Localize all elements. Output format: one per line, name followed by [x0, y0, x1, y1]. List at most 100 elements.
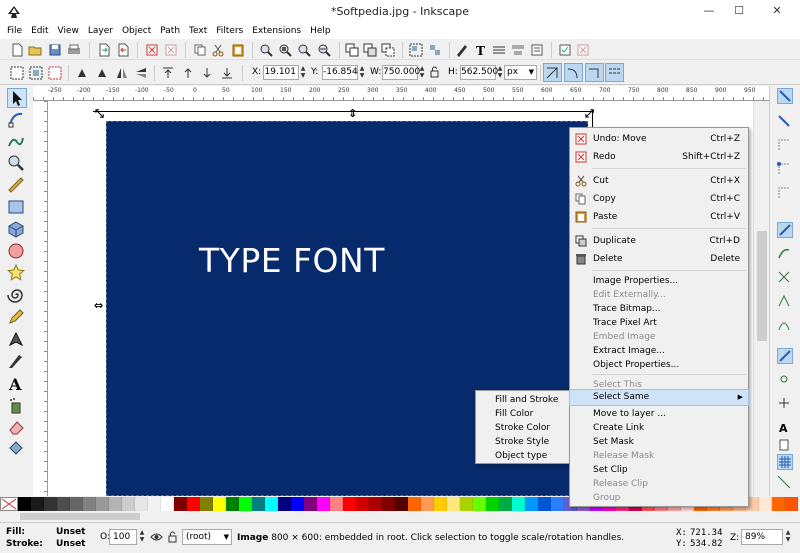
snap-grid-toggle[interactable]: [777, 454, 793, 470]
snap-paths-toggle[interactable]: [777, 246, 793, 262]
submenu-item-fill-and-stroke[interactable]: Fill and Stroke: [476, 393, 570, 407]
resize-handle-top-left[interactable]: ⤡: [95, 107, 104, 121]
import-icon[interactable]: [97, 43, 111, 57]
color-swatch[interactable]: [473, 497, 486, 511]
flip-horizontal-icon[interactable]: [115, 66, 129, 80]
no-paint-swatch[interactable]: [0, 497, 18, 511]
y-spinner[interactable]: ▲ ▼: [358, 65, 366, 80]
document-properties-icon[interactable]: [530, 43, 544, 57]
color-swatch[interactable]: [382, 497, 395, 511]
x-input[interactable]: 19.101: [263, 65, 299, 80]
lock-ratio-icon[interactable]: [430, 66, 439, 78]
snap-bbox-corners-toggle[interactable]: [777, 162, 793, 178]
submenu-item-stroke-color[interactable]: Stroke Color: [476, 421, 570, 435]
menu-item-delete[interactable]: Delete Delete: [570, 250, 748, 268]
snap-bbox-toggle[interactable]: [777, 114, 793, 130]
color-swatch[interactable]: [265, 497, 278, 511]
menu-item-undo[interactable]: Undo: Move Ctrl+Z: [570, 130, 748, 148]
star-tool[interactable]: [7, 263, 27, 284]
color-swatch[interactable]: [200, 497, 213, 511]
clone-icon[interactable]: [363, 43, 377, 57]
tweak-tool[interactable]: [7, 132, 27, 152]
menu-text[interactable]: Text: [189, 24, 207, 39]
close-button[interactable]: ✕: [762, 0, 792, 22]
color-swatch[interactable]: [785, 497, 798, 511]
color-swatch[interactable]: [772, 497, 785, 511]
color-swatch[interactable]: [18, 497, 31, 511]
snap-text-baseline-toggle[interactable]: A: [777, 420, 793, 436]
selector-tool[interactable]: [7, 88, 27, 108]
rotate-cw-icon[interactable]: [95, 66, 109, 80]
ellipse-tool[interactable]: [7, 242, 27, 262]
menu-item-select-same[interactable]: Select Same ▶: [569, 389, 749, 406]
color-swatch[interactable]: [31, 497, 44, 511]
lower-icon[interactable]: [200, 66, 214, 80]
color-swatch[interactable]: [434, 497, 447, 511]
layer-lock-icon[interactable]: [168, 531, 177, 543]
rectangle-tool[interactable]: [7, 198, 27, 218]
cut-icon[interactable]: [211, 43, 225, 57]
snap-bbox-edges-toggle[interactable]: [777, 138, 793, 154]
fill-value[interactable]: Unset: [56, 527, 85, 537]
align-distribute-icon[interactable]: [511, 43, 525, 57]
text-tool[interactable]: A: [7, 374, 27, 394]
color-swatch[interactable]: [304, 497, 317, 511]
spiral-tool[interactable]: [7, 286, 27, 306]
color-swatch[interactable]: [447, 497, 460, 511]
snap-nodes-toggle[interactable]: [777, 222, 793, 238]
h-spinner[interactable]: ▲ ▼: [496, 65, 504, 80]
snap-midpoint-toggle[interactable]: [777, 348, 793, 364]
color-swatch[interactable]: [317, 497, 330, 511]
snap-bbox-midpoints-toggle[interactable]: [777, 186, 793, 202]
save-icon[interactable]: [48, 43, 62, 57]
pencil-tool[interactable]: [7, 308, 27, 328]
horizontal-scrollbar[interactable]: [0, 511, 780, 522]
color-swatch[interactable]: [83, 497, 96, 511]
scroll-thumb[interactable]: [20, 513, 140, 520]
color-swatch[interactable]: [135, 497, 148, 511]
w-input[interactable]: 750.000: [382, 65, 420, 80]
menu-extensions[interactable]: Extensions: [252, 24, 301, 39]
color-swatch[interactable]: [330, 497, 343, 511]
menu-edit[interactable]: Edit: [31, 24, 48, 39]
raise-icon[interactable]: [181, 66, 195, 80]
color-swatch[interactable]: [551, 497, 564, 511]
measure-tool[interactable]: [7, 176, 27, 196]
submenu-item-object-type[interactable]: Object type: [476, 449, 570, 463]
snap-smooth-toggle[interactable]: [777, 318, 793, 334]
menu-help[interactable]: Help: [310, 24, 331, 39]
snap-page-border-toggle[interactable]: [777, 438, 793, 454]
color-swatch[interactable]: [57, 497, 70, 511]
x-spinner[interactable]: ▲ ▼: [299, 65, 307, 80]
eye-visibility-icon[interactable]: [150, 532, 163, 542]
lower-to-bottom-icon[interactable]: [220, 66, 234, 80]
color-swatch[interactable]: [369, 497, 382, 511]
flip-vertical-icon[interactable]: [134, 66, 148, 80]
menu-object[interactable]: Object: [122, 24, 151, 39]
color-swatch[interactable]: [148, 497, 161, 511]
layer-select[interactable]: (root) ▼: [182, 529, 232, 545]
color-swatch[interactable]: [187, 497, 200, 511]
color-swatch[interactable]: [291, 497, 304, 511]
zoom-page-width-icon[interactable]: [317, 43, 331, 57]
transform-gradients-toggle[interactable]: [585, 63, 604, 82]
color-swatch[interactable]: [226, 497, 239, 511]
scale-stroke-toggle[interactable]: [543, 63, 562, 82]
rotate-ccw-icon[interactable]: [75, 66, 89, 80]
menu-view[interactable]: View: [58, 24, 79, 39]
color-swatch[interactable]: [239, 497, 252, 511]
snap-rotation-center-toggle[interactable]: [777, 396, 793, 412]
snap-cusp-toggle[interactable]: [777, 294, 793, 310]
h-input[interactable]: 562.500: [460, 65, 498, 80]
duplicate-icon[interactable]: [345, 43, 359, 57]
snap-intersections-toggle[interactable]: [777, 270, 793, 286]
color-swatch[interactable]: [408, 497, 421, 511]
ungroup-icon[interactable]: [428, 43, 442, 57]
select-all-layers-icon[interactable]: [29, 66, 43, 80]
zoom-spinner[interactable]: ▲ ▼: [784, 529, 792, 544]
submenu-item-stroke-style[interactable]: Stroke Style: [476, 435, 570, 449]
resize-handle-left[interactable]: ⇔: [94, 299, 103, 312]
snap-toggle[interactable]: [777, 88, 793, 104]
copy-icon[interactable]: [193, 43, 207, 57]
zoom-tool[interactable]: [7, 154, 27, 174]
